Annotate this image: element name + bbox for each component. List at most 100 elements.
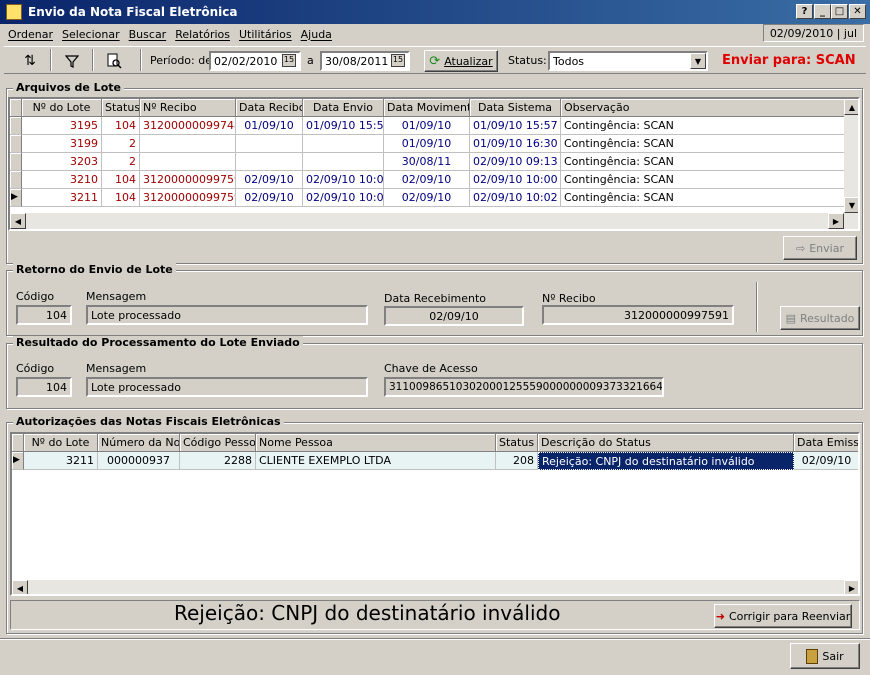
- table-cell[interactable]: 3211: [22, 189, 102, 207]
- table-cell[interactable]: Contingência: SCAN: [561, 153, 845, 171]
- table-cell[interactable]: 02/09/10 09:13: [470, 153, 561, 171]
- table-cell[interactable]: 01/09/10: [384, 135, 470, 153]
- row-indicator[interactable]: ▶: [12, 452, 24, 470]
- col-header-descricao-status[interactable]: Descrição do Status: [538, 434, 794, 452]
- row-indicator[interactable]: [10, 171, 22, 189]
- table-cell[interactable]: [140, 135, 236, 153]
- table-cell[interactable]: 3211: [24, 452, 98, 470]
- table-cell[interactable]: 02/09/10: [384, 171, 470, 189]
- table-row[interactable]: 319510431200000099748201/09/1001/09/10 1…: [10, 117, 845, 135]
- lotes-grid[interactable]: Nº do Lote Status Nº Recibo Data Recibo …: [8, 97, 860, 231]
- table-cell[interactable]: 3210: [22, 171, 102, 189]
- table-cell[interactable]: 000000937: [98, 452, 180, 470]
- col-header-data-emissao[interactable]: Data Emissão: [794, 434, 858, 452]
- menu-utilitarios[interactable]: Utilitários: [239, 28, 292, 41]
- table-cell[interactable]: Contingência: SCAN: [561, 135, 845, 153]
- table-cell[interactable]: 02/09/10 10:02: [303, 189, 384, 207]
- row-indicator[interactable]: ▶: [10, 189, 22, 207]
- table-cell[interactable]: Contingência: SCAN: [561, 171, 845, 189]
- scroll-up-icon[interactable]: ▲: [844, 99, 858, 115]
- lotes-horizontal-scrollbar[interactable]: ◀ ▶: [10, 213, 858, 229]
- table-cell[interactable]: 104: [102, 189, 140, 207]
- col-header-lote[interactable]: Nº do Lote: [22, 99, 102, 117]
- sair-button[interactable]: Sair: [790, 643, 860, 669]
- table-cell[interactable]: 3195: [22, 117, 102, 135]
- col-header-data-envio[interactable]: Data Envio: [303, 99, 384, 117]
- table-cell[interactable]: 312000000997591: [140, 189, 236, 207]
- table-cell[interactable]: CLIENTE EXEMPLO LTDA: [256, 452, 496, 470]
- table-cell[interactable]: 312000000997590: [140, 171, 236, 189]
- maximize-button[interactable]: □: [831, 4, 848, 19]
- table-cell[interactable]: 02/09/10 10:02: [470, 189, 561, 207]
- table-row[interactable]: ▶321110431200000099759102/09/1002/09/10 …: [10, 189, 845, 207]
- table-cell[interactable]: 3203: [22, 153, 102, 171]
- filter-icon[interactable]: [60, 50, 84, 72]
- table-cell[interactable]: Contingência: SCAN: [561, 189, 845, 207]
- resultado-button[interactable]: ▤ Resultado: [780, 306, 860, 330]
- help-button[interactable]: ?: [796, 4, 813, 19]
- table-cell[interactable]: [236, 135, 303, 153]
- col-header-lote[interactable]: Nº do Lote: [24, 434, 98, 452]
- chevron-down-icon[interactable]: ▼: [690, 53, 706, 69]
- table-cell[interactable]: 02/09/10: [794, 452, 858, 470]
- corrigir-reenviar-button[interactable]: ➜ Corrigir para Reenviar: [714, 604, 852, 628]
- table-row[interactable]: ▶ 3211 000000937 2288 CLIENTE EXEMPLO LTDA 20…: [12, 452, 858, 470]
- scroll-right-icon[interactable]: ▶: [828, 213, 844, 229]
- row-indicator[interactable]: [10, 135, 22, 153]
- col-header-status[interactable]: Status: [102, 99, 140, 117]
- col-header-observacao[interactable]: Observação: [561, 99, 845, 117]
- table-cell[interactable]: 02/09/10: [236, 189, 303, 207]
- sort-icon[interactable]: ⇅: [18, 50, 42, 72]
- col-header-status[interactable]: Status: [496, 434, 538, 452]
- autorizacoes-horizontal-scrollbar[interactable]: ◀ ▶: [12, 580, 858, 594]
- atualizar-button[interactable]: ⟳ Atualizar: [424, 50, 498, 72]
- table-cell[interactable]: 104: [102, 117, 140, 135]
- table-cell[interactable]: 2: [102, 153, 140, 171]
- close-button[interactable]: ✕: [849, 4, 866, 19]
- status-select[interactable]: Todos: [548, 51, 708, 71]
- table-cell[interactable]: Rejeição: CNPJ do destinatário inválido: [538, 452, 794, 470]
- table-row[interactable]: 3199 2 01/09/10 01/09/10 16:30 Contingência:…: [10, 135, 845, 153]
- preview-icon[interactable]: [102, 50, 126, 72]
- table-cell[interactable]: 01/09/10: [384, 117, 470, 135]
- col-header-data-sistema[interactable]: Data Sistema: [470, 99, 561, 117]
- row-indicator[interactable]: [10, 117, 22, 135]
- table-cell[interactable]: 104: [102, 171, 140, 189]
- table-row[interactable]: 321010431200000099759002/09/1002/09/10 1…: [10, 171, 845, 189]
- menu-relatorios[interactable]: Relatórios: [175, 28, 230, 41]
- scroll-left-icon[interactable]: ◀: [12, 580, 28, 594]
- table-cell[interactable]: 02/09/10 10:00: [470, 171, 561, 189]
- lotes-vertical-scrollbar[interactable]: ▲ ▼: [844, 99, 858, 213]
- col-header-data-recibo[interactable]: Data Recibo: [236, 99, 303, 117]
- table-cell[interactable]: 01/09/10: [236, 117, 303, 135]
- col-header-numero-nota[interactable]: Número da Nota: [98, 434, 180, 452]
- table-cell[interactable]: 02/09/10: [236, 171, 303, 189]
- table-cell[interactable]: [236, 153, 303, 171]
- scroll-down-icon[interactable]: ▼: [844, 197, 858, 213]
- table-cell[interactable]: 2: [102, 135, 140, 153]
- scroll-right-icon[interactable]: ▶: [844, 580, 858, 594]
- col-header-nome-pessoa[interactable]: Nome Pessoa: [256, 434, 496, 452]
- table-cell[interactable]: 312000000997482: [140, 117, 236, 135]
- table-cell[interactable]: 01/09/10 15:58: [303, 117, 384, 135]
- table-cell[interactable]: 01/09/10 16:30: [470, 135, 561, 153]
- enviar-button[interactable]: ⇨ Enviar: [783, 236, 857, 260]
- col-header-data-movimento[interactable]: Data Movimento: [384, 99, 470, 117]
- scroll-left-icon[interactable]: ◀: [10, 213, 26, 229]
- menu-ajuda[interactable]: Ajuda: [301, 28, 332, 41]
- table-cell[interactable]: 01/09/10 15:57: [470, 117, 561, 135]
- menu-buscar[interactable]: Buscar: [129, 28, 167, 41]
- table-cell[interactable]: [303, 135, 384, 153]
- table-cell[interactable]: [303, 153, 384, 171]
- col-header-codigo-pessoa[interactable]: Código Pessoa: [180, 434, 256, 452]
- table-cell[interactable]: Contingência: SCAN: [561, 117, 845, 135]
- table-cell[interactable]: 02/09/10 10:01: [303, 171, 384, 189]
- calendar-icon[interactable]: 15: [391, 54, 405, 67]
- row-indicator[interactable]: [10, 153, 22, 171]
- table-cell[interactable]: 2288: [180, 452, 256, 470]
- table-cell[interactable]: [140, 153, 236, 171]
- col-header-recibo[interactable]: Nº Recibo: [140, 99, 236, 117]
- table-cell[interactable]: 3199: [22, 135, 102, 153]
- menu-selecionar[interactable]: Selecionar: [62, 28, 120, 41]
- autorizacoes-grid[interactable]: Nº do Lote Número da Nota Código Pessoa …: [10, 432, 860, 596]
